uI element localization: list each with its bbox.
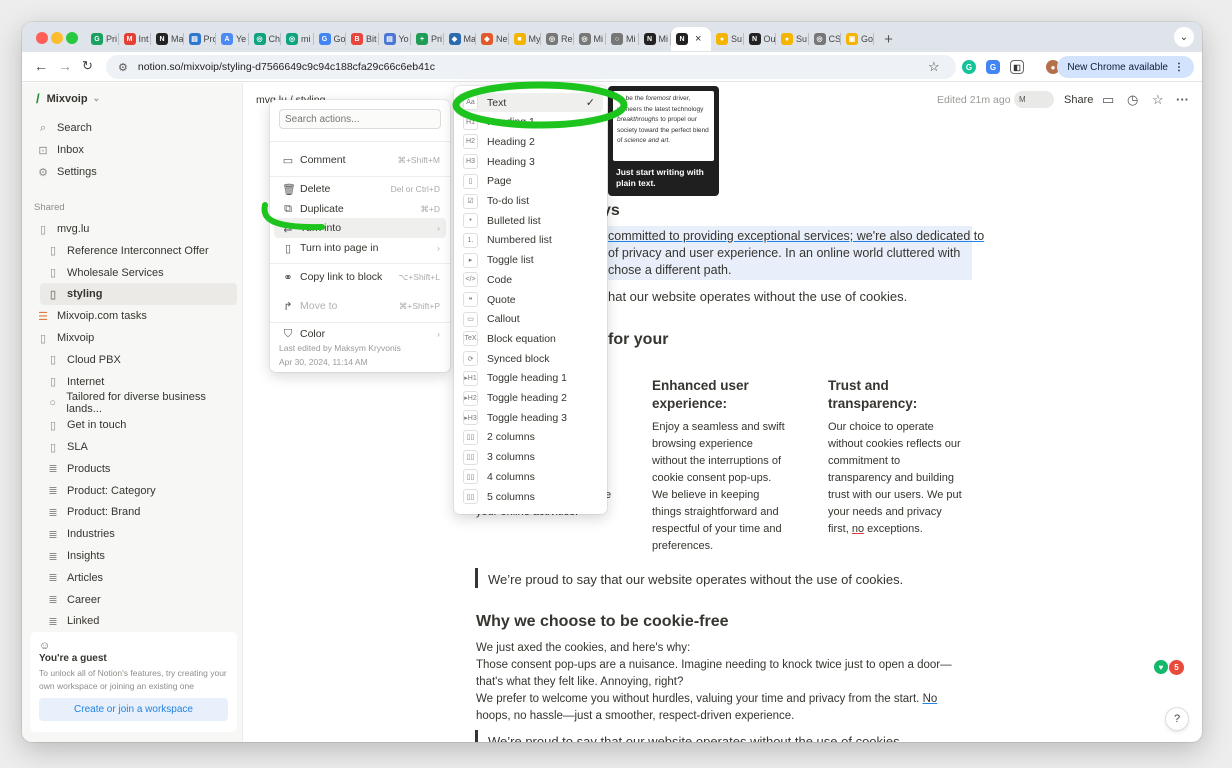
browser-window: GPriMIntNMa▤ProAYe◎Ch◎miGGoBBit▤Yo+Pri◆M… — [22, 22, 1202, 742]
grammarly-icon[interactable]: ♥ — [1154, 660, 1168, 674]
grammarly-count-badge[interactable]: 5 — [1169, 660, 1184, 675]
green-annotation-marks — [261, 81, 628, 231]
annotation-underline — [261, 202, 325, 231]
annotation-circle — [452, 81, 628, 129]
help-button[interactable]: ? — [1166, 708, 1188, 730]
